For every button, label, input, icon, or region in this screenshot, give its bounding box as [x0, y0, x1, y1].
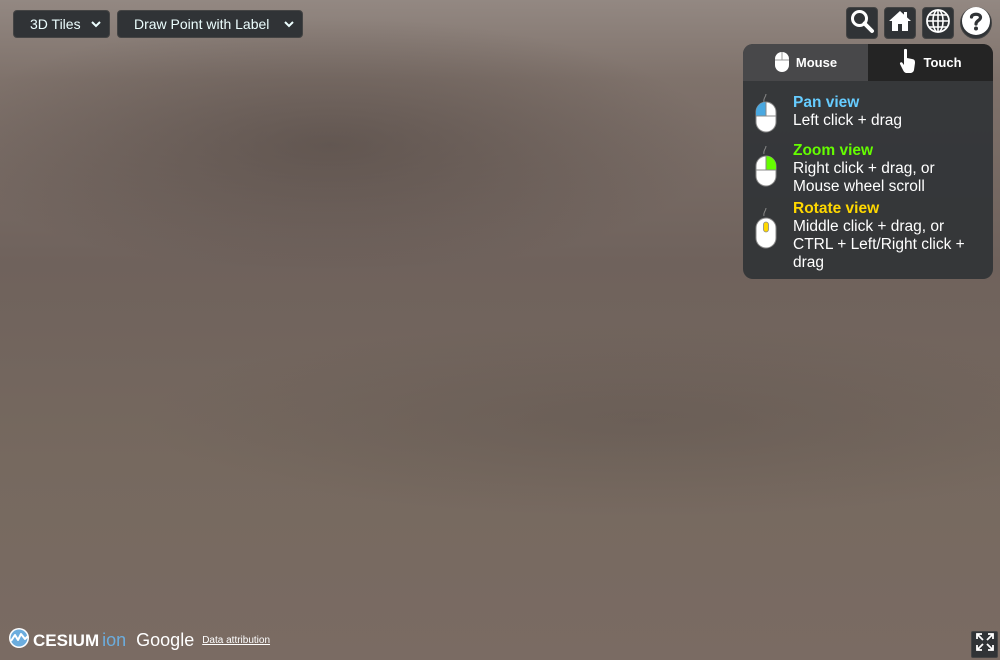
chevron-down-icon [91, 19, 101, 29]
tab-touch[interactable]: Touch [868, 44, 993, 81]
chevron-down-icon [284, 19, 294, 29]
mouse-middle-click-icon [753, 200, 779, 272]
help-icon [961, 6, 991, 41]
top-right-toolbar [846, 6, 992, 41]
help-zoom-line-2: Mouse wheel scroll [793, 178, 925, 195]
help-zoom-line-1: Right click + drag, or [793, 160, 935, 177]
navigation-help-panel: Mouse Touch Pan view Left click + drag Z… [743, 44, 993, 279]
cesium-ion-logo[interactable]: CESIUM ion [8, 627, 126, 654]
home-button[interactable] [884, 7, 916, 39]
tileset-dropdown-value: 3D Tiles [30, 16, 81, 32]
tab-mouse[interactable]: Mouse [743, 44, 868, 81]
help-rotate-title: Rotate view [793, 200, 880, 217]
action-dropdown-value: Draw Point with Label [134, 16, 270, 32]
tileset-dropdown[interactable]: 3D Tiles [13, 10, 110, 38]
credits-bar: CESIUM ion Google Data attribution [8, 627, 270, 654]
help-rotate-line-3: drag [793, 254, 825, 271]
help-item-rotate: Rotate view Middle click + drag, or CTRL… [753, 200, 965, 272]
action-dropdown[interactable]: Draw Point with Label [117, 10, 303, 38]
navigation-help-button[interactable] [960, 6, 992, 41]
top-left-toolbar: 3D Tiles Draw Point with Label [13, 10, 303, 38]
help-rotate-line-2: CTRL + Left/Right click + [793, 236, 965, 253]
help-zoom-title: Zoom view [793, 142, 874, 159]
fullscreen-icon [975, 632, 995, 657]
ion-wordmark: ion [102, 630, 127, 650]
google-logo: Google [136, 630, 195, 650]
globe-icon [925, 8, 951, 39]
navigation-help-tabs: Mouse Touch [743, 44, 993, 81]
mouse-left-click-icon [753, 93, 779, 139]
cesium-wordmark: CESIUM [33, 630, 100, 650]
search-icon [849, 8, 875, 39]
help-item-zoom: Zoom view Right click + drag, or Mouse w… [753, 142, 935, 196]
help-rotate-line-1: Middle click + drag, or [793, 218, 945, 235]
data-attribution-link[interactable]: Data attribution [202, 635, 270, 646]
help-item-pan: Pan view Left click + drag [753, 93, 902, 139]
home-icon [888, 9, 912, 38]
tab-mouse-label: Mouse [795, 55, 838, 70]
cesium-logo-icon [8, 627, 30, 654]
scene-mode-button[interactable] [922, 7, 954, 39]
mouse-icon [774, 49, 790, 76]
tab-touch-label: Touch [923, 55, 962, 70]
help-pan-title: Pan view [793, 94, 860, 111]
help-pan-line-1: Left click + drag [793, 112, 902, 129]
geocoder-search-button[interactable] [846, 7, 878, 39]
mouse-right-click-icon [753, 142, 779, 196]
fullscreen-button[interactable] [971, 631, 998, 658]
hand-pointer-icon [899, 48, 917, 77]
